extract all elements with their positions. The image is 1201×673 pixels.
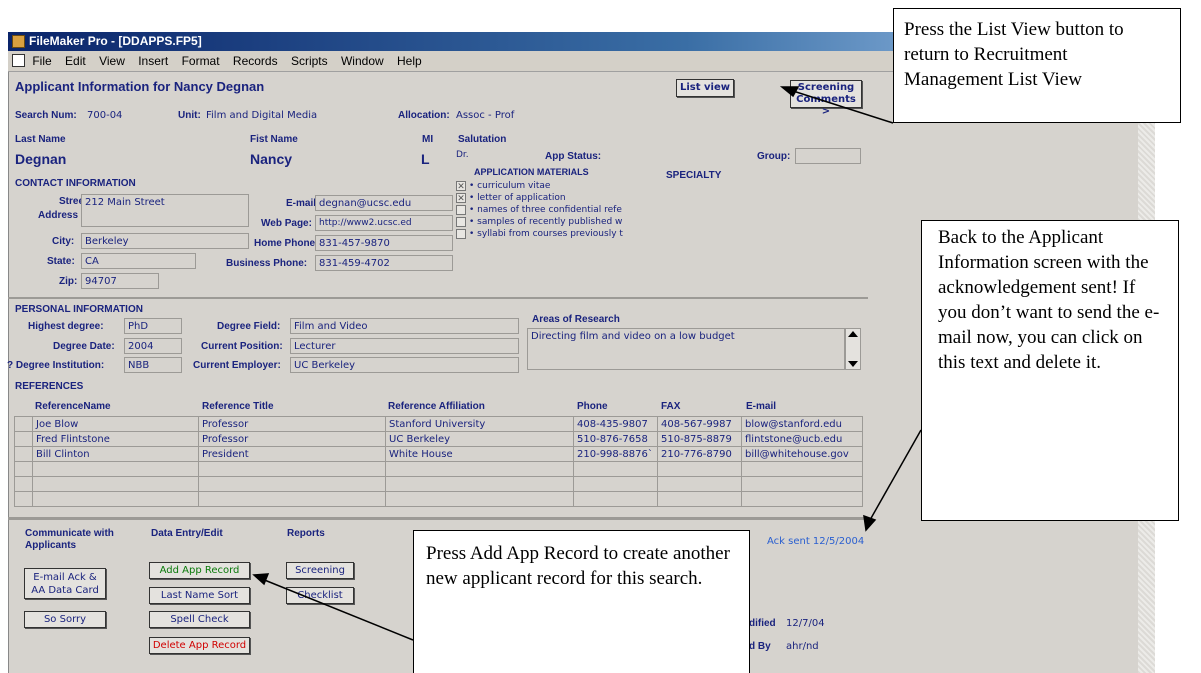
- arrow-head-add-app: [252, 573, 270, 586]
- arrow-to-add-app: [261, 578, 414, 641]
- callout-arrows: [252, 86, 922, 641]
- arrow-to-ack-sent: [869, 429, 922, 521]
- arrow-to-list-view: [789, 89, 894, 124]
- arrow-head-ack-sent: [863, 514, 877, 532]
- arrow-head-list-view: [779, 86, 800, 98]
